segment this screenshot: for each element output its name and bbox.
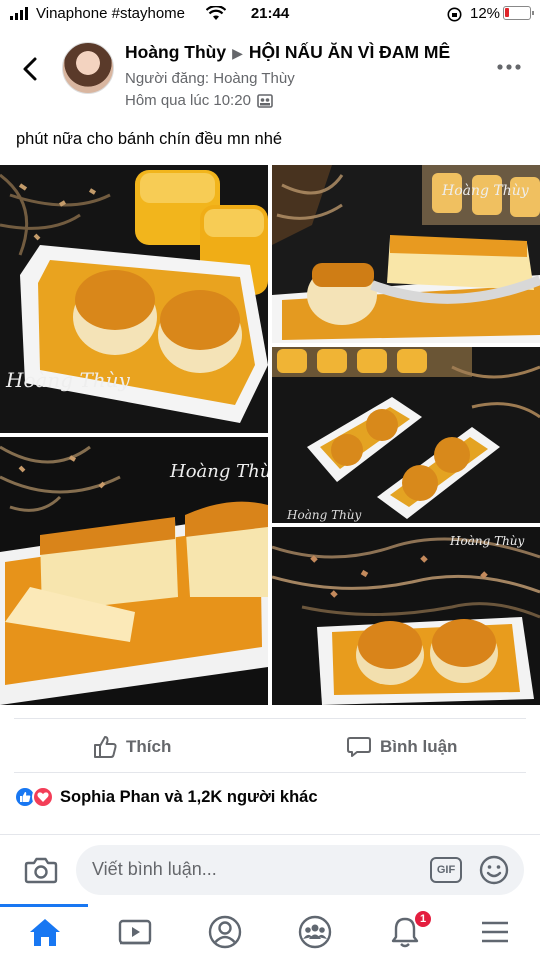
emoji-icon[interactable] — [478, 854, 510, 886]
like-label: Thích — [126, 737, 172, 756]
video-icon — [118, 919, 152, 945]
more-options-icon[interactable] — [496, 62, 522, 72]
groups-icon — [298, 915, 332, 949]
photo-flan-tray-flowers[interactable]: Hoàng Thùy — [272, 527, 540, 705]
photo-two-flan-trays[interactable]: Hoàng Thùy — [272, 347, 540, 523]
like-button[interactable]: Thích — [92, 730, 171, 764]
tab-menu[interactable] — [475, 912, 515, 952]
comment-label: Bình luận — [380, 737, 458, 756]
thumbs-up-icon — [94, 736, 117, 758]
status-bar: Vinaphone #stayhome 21:44 12% — [0, 0, 540, 28]
post-caption: phút nữa cho bánh chín đều mn nhé — [16, 130, 283, 148]
active-tab-indicator — [0, 904, 88, 907]
comment-bar: Viết bình luận... GIF — [0, 834, 540, 904]
author-name[interactable]: Hoàng Thùy — [125, 42, 226, 62]
battery-percent: 12% — [470, 5, 501, 22]
reactions-text: Sophia Phan và 1,2K người khác — [60, 787, 318, 806]
post-header-title: Hoàng Thùy ▶ HỘI NẤU ĂN VÌ ĐAM MÊ — [125, 42, 450, 63]
svg-text:Hoàng Thùy: Hoàng Thùy — [441, 183, 530, 199]
svg-text:Hoàng Thùy: Hoàng Thùy — [169, 461, 268, 482]
triangle-right-icon: ▶ — [232, 45, 243, 61]
timestamp-text[interactable]: Hôm qua lúc 10:20 — [125, 92, 251, 109]
orientation-lock-icon — [447, 7, 462, 22]
love-reaction-icon — [32, 786, 54, 808]
tab-video[interactable] — [115, 912, 155, 952]
svg-text:Hoàng Thùy: Hoàng Thùy — [5, 368, 131, 392]
post-timestamp: Hôm qua lúc 10:20 — [125, 92, 273, 109]
photo-flan-tray-with-cups[interactable]: Hoàng Thùy — [0, 165, 268, 433]
divider — [14, 718, 526, 719]
comment-icon — [347, 737, 371, 757]
battery-icon — [503, 6, 534, 20]
group-privacy-icon — [257, 93, 273, 108]
author-avatar[interactable] — [62, 42, 114, 94]
divider — [14, 772, 526, 773]
posted-by-label: Người đăng: Hoàng Thùy — [125, 70, 295, 87]
comment-input[interactable]: Viết bình luận... GIF — [76, 845, 524, 895]
photo-flan-on-spoon[interactable]: Hoàng Thùy — [272, 165, 540, 343]
tab-profile[interactable] — [205, 912, 245, 952]
comment-button[interactable]: Bình luận — [346, 730, 457, 764]
reactions-summary[interactable]: Sophia Phan và 1,2K người khác — [14, 786, 318, 808]
svg-text:Hoàng Thùy: Hoàng Thùy — [286, 508, 362, 522]
photo-flan-sliced[interactable]: Hoàng Thùy — [0, 437, 268, 705]
home-icon — [30, 919, 60, 946]
group-name[interactable]: HỘI NẤU ĂN VÌ ĐAM MÊ — [249, 42, 450, 62]
comment-placeholder: Viết bình luận... — [92, 859, 217, 879]
menu-icon — [482, 921, 508, 943]
tab-bar: 1 — [0, 904, 540, 960]
svg-text:Hoàng Thùy: Hoàng Thùy — [449, 534, 525, 548]
tab-home[interactable] — [25, 912, 65, 952]
back-arrow-icon[interactable] — [14, 52, 48, 86]
notification-badge: 1 — [414, 910, 432, 928]
camera-icon[interactable] — [24, 853, 58, 887]
gif-button[interactable]: GIF — [430, 857, 462, 883]
profile-icon — [208, 915, 242, 949]
tab-groups[interactable] — [295, 912, 335, 952]
